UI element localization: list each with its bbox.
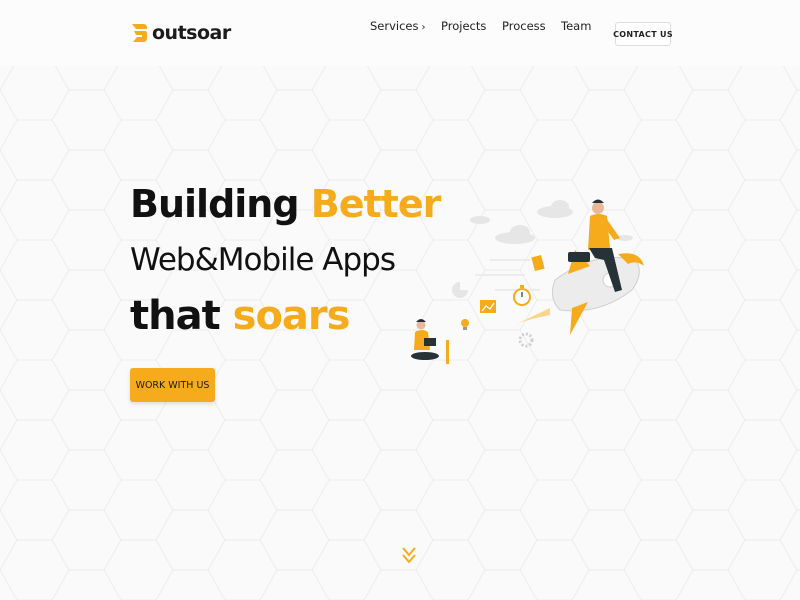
nav-item-projects[interactable]: Projects	[441, 19, 486, 33]
hero-line-3-accent: soars	[232, 293, 351, 339]
double-chevron-down-icon[interactable]	[401, 546, 417, 566]
brand-logo[interactable]: outsoar	[130, 20, 231, 46]
contact-us-button[interactable]: CONTACT US	[613, 22, 673, 46]
hero-line-1: Building Better	[130, 180, 441, 228]
rocket-launch-illustration	[411, 199, 644, 364]
person-with-laptop-illustration	[411, 319, 449, 364]
hero-line-2: Web&Mobile Apps	[130, 242, 396, 278]
work-with-us-button[interactable]: WORK WITH US	[130, 368, 215, 402]
document-icon	[531, 254, 545, 272]
brand-name: outsoar	[152, 22, 231, 44]
stopwatch-icon	[513, 285, 531, 306]
top-navigation-bar: outsoar Services › Projects Process Team …	[0, 0, 800, 66]
lightbulb-icon	[461, 319, 469, 327]
gear-icon	[518, 332, 534, 348]
nav-item-services[interactable]: Services ›	[370, 19, 426, 33]
hero-heading: Building Better Web&Mobile Apps that soa…	[130, 180, 441, 340]
hero-line-1-text: Building	[130, 182, 311, 226]
pie-chart-icon	[452, 282, 468, 298]
chevron-right-icon: ›	[421, 22, 426, 33]
nav-item-label: Services	[370, 19, 419, 33]
outsoar-logo-icon	[132, 24, 147, 42]
hero-line-3-text: that	[130, 293, 233, 339]
rocket-icon	[551, 250, 644, 335]
hero-line-3: that soars	[130, 292, 440, 340]
nav-item-team[interactable]: Team	[561, 19, 591, 33]
nav-item-process[interactable]: Process	[502, 19, 546, 33]
